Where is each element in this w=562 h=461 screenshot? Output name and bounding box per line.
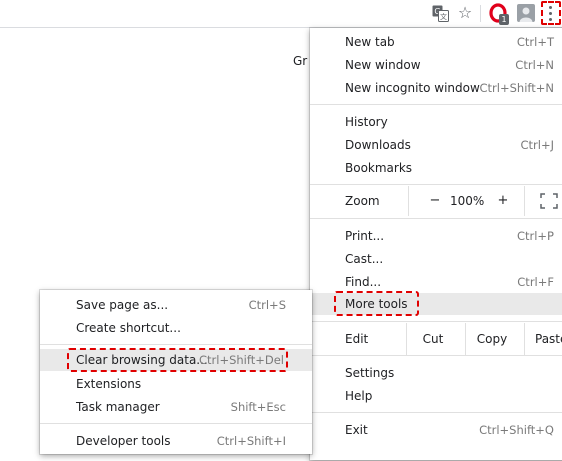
menu-item-new-tab[interactable]: New tab Ctrl+T <box>310 31 562 53</box>
menu-item-bookmarks[interactable]: Bookmarks <box>310 157 562 179</box>
menu-item-label: Find... <box>345 275 382 289</box>
menu-item-label: New window <box>345 58 421 72</box>
menu-item-label: Save page as... <box>76 298 169 312</box>
chrome-main-menu: New tab Ctrl+T New window Ctrl+N New inc… <box>310 28 562 460</box>
cut-button[interactable]: Cut <box>407 323 459 355</box>
zoom-label: Zoom <box>345 194 380 208</box>
menu-item-label: Clear browsing data... <box>76 353 208 367</box>
more-tools-submenu: Save page as... Ctrl+S Create shortcut..… <box>40 290 312 454</box>
menu-separator <box>310 218 562 219</box>
menu-item-shortcut: Ctrl+Shift+I <box>216 434 286 448</box>
menu-item-cast[interactable]: Cast... <box>310 248 562 270</box>
menu-item-label: Exit <box>345 423 368 437</box>
menu-item-more-tools[interactable]: More tools <box>310 293 562 315</box>
menu-separator <box>310 412 562 413</box>
menu-item-label: New incognito window <box>345 81 480 95</box>
menu-item-extensions[interactable]: Extensions <box>40 373 312 395</box>
svg-text:文: 文 <box>440 12 447 21</box>
edit-row: Edit Cut Copy Paste <box>310 323 562 355</box>
zoom-divider <box>408 186 409 216</box>
menu-item-label: Create shortcut... <box>76 321 181 335</box>
zoom-in-button[interactable]: + <box>492 190 514 212</box>
avatar-icon[interactable] <box>517 4 535 22</box>
menu-item-help[interactable]: Help <box>310 385 562 407</box>
menu-item-clear-browsing-data[interactable]: Clear browsing data... Ctrl+Shift+Del <box>40 349 312 371</box>
menu-separator <box>40 423 312 424</box>
menu-item-save-page-as[interactable]: Save page as... Ctrl+S <box>40 294 312 316</box>
menu-item-shortcut: Ctrl+J <box>520 138 555 152</box>
kebab-menu-icon[interactable] <box>541 1 561 25</box>
menu-item-label: History <box>345 115 388 129</box>
menu-item-label: Help <box>345 389 373 403</box>
menu-item-shortcut: Ctrl+Shift+N <box>479 81 554 95</box>
menu-item-create-shortcut[interactable]: Create shortcut... <box>40 317 312 339</box>
menu-item-label: Task manager <box>76 400 160 414</box>
menu-item-shortcut: Ctrl+S <box>248 298 286 312</box>
menu-item-task-manager[interactable]: Task manager Shift+Esc <box>40 396 312 418</box>
menu-item-developer-tools[interactable]: Developer tools Ctrl+Shift+I <box>40 430 312 452</box>
menu-item-label: More tools <box>345 297 408 311</box>
menu-item-exit[interactable]: Exit Ctrl+Shift+Q <box>310 419 562 441</box>
translate-icon[interactable]: G 文 <box>432 5 449 22</box>
menu-item-shortcut: Ctrl+Shift+Del <box>199 353 284 367</box>
menu-item-label: New tab <box>345 35 395 49</box>
menu-item-label: Extensions <box>76 377 142 391</box>
menu-item-label: Print... <box>345 229 385 243</box>
page-text-fragment: Gr <box>293 54 308 68</box>
menu-item-shortcut: Ctrl+Shift+Q <box>479 423 554 437</box>
extension-badge: 1 <box>499 14 509 25</box>
menu-item-new-incognito-window[interactable]: New incognito window Ctrl+Shift+N <box>310 77 562 99</box>
menu-separator <box>40 344 312 345</box>
menu-item-shortcut: Ctrl+T <box>516 35 554 49</box>
zoom-row: Zoom − 100% + <box>310 186 562 216</box>
menu-separator <box>310 355 562 356</box>
menu-item-label: Settings <box>345 366 395 380</box>
edit-label: Edit <box>345 332 369 346</box>
menu-item-label: Cast... <box>345 252 384 266</box>
zoom-divider <box>524 186 525 216</box>
menu-item-new-window[interactable]: New window Ctrl+N <box>310 54 562 76</box>
menu-separator <box>310 321 562 322</box>
menu-separator <box>310 104 562 105</box>
menu-item-shortcut: Shift+Esc <box>230 400 286 414</box>
browser-toolbar: G 文 ☆ 1 <box>0 0 562 27</box>
copy-button[interactable]: Copy <box>466 323 518 355</box>
fullscreen-icon[interactable] <box>540 193 558 209</box>
menu-item-label: Bookmarks <box>345 161 413 175</box>
menu-item-label: Developer tools <box>76 434 171 448</box>
zoom-out-button[interactable]: − <box>424 190 446 212</box>
menu-item-shortcut: Ctrl+F <box>517 275 554 289</box>
zoom-level: 100% <box>450 194 485 208</box>
menu-item-shortcut: Ctrl+P <box>516 229 554 243</box>
menu-item-history[interactable]: History <box>310 111 562 133</box>
menu-item-find[interactable]: Find... Ctrl+F <box>310 271 562 293</box>
menu-item-shortcut: Ctrl+N <box>515 58 554 72</box>
star-icon[interactable]: ☆ <box>457 4 473 22</box>
toolbar-divider <box>480 5 481 22</box>
menu-item-print[interactable]: Print... Ctrl+P <box>310 225 562 247</box>
paste-button[interactable]: Paste <box>525 323 562 355</box>
menu-item-downloads[interactable]: Downloads Ctrl+J <box>310 134 562 156</box>
menu-item-label: Downloads <box>345 138 411 152</box>
menu-separator <box>310 184 562 185</box>
menu-item-settings[interactable]: Settings <box>310 362 562 384</box>
